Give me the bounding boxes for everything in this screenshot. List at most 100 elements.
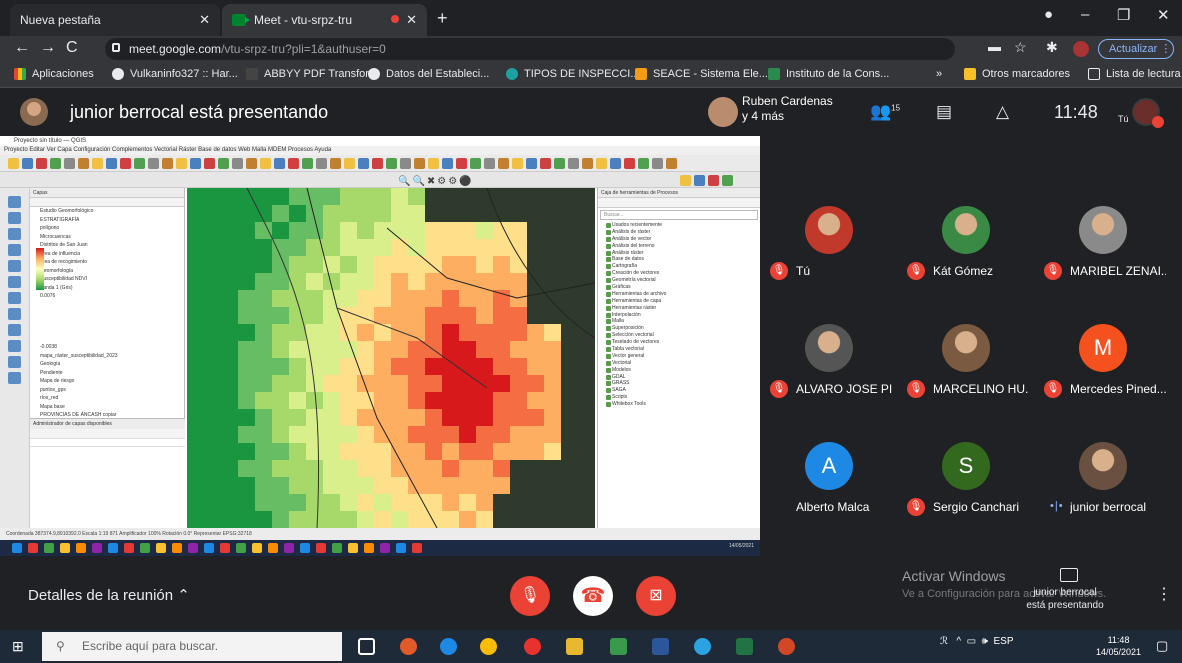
toolbox-item[interactable]: Herramientas ráster [598,305,760,312]
layer-item[interactable]: ríos_red [30,394,184,403]
more-bookmarks-button[interactable]: » [936,68,942,80]
qgis-side-tool-icon[interactable] [8,228,21,240]
qgis-tool-icon[interactable] [442,158,453,169]
layer-item[interactable] [30,309,184,318]
qgis-side-tool-icon[interactable] [8,308,21,320]
qgis-tool-icon[interactable] [414,158,425,169]
toolbox-item[interactable]: Scripts [598,394,760,401]
layer-item[interactable]: Área de influencia [30,250,184,259]
toolbox-item[interactable]: Base de datos [598,256,760,263]
toolbox-item[interactable]: Whitebox Tools [598,401,760,408]
participant-tile[interactable]: •|• junior berrocal [1040,436,1166,536]
toolbox-item[interactable]: Geometría vectorial [598,277,760,284]
participant-tile[interactable]: 🎙 MARIBEL ZENAI... [1040,200,1166,300]
chrome-icon[interactable] [480,638,497,655]
qgis-tool-icon[interactable] [526,158,537,169]
qgis-tool-icon[interactable] [232,158,243,169]
qgis-tool-icon[interactable] [64,158,75,169]
leave-call-button[interactable]: ☎ [573,576,613,616]
qgis-tool-icon[interactable] [316,158,327,169]
qgis-side-tool-icon[interactable] [8,196,21,208]
toolbox-item[interactable]: Herramientas de capa [598,298,760,305]
layer-item[interactable]: puntos_gps [30,386,184,395]
lock-icon[interactable] [112,43,120,52]
toolbox-item[interactable]: Teselado de vectores [598,339,760,346]
update-button[interactable]: Actualizar ⋮ [1098,39,1174,59]
camera-icon[interactable]: ▬ [988,39,1001,54]
qgis-tool-icon[interactable] [498,158,509,169]
map-canvas[interactable] [187,188,595,528]
layer-item[interactable] [30,301,184,310]
toolbox-item[interactable]: Tabla vectorial [598,346,760,353]
layer-item[interactable]: Susceptibilidad NDVI [30,275,184,284]
bookmark-item[interactable]: Datos del Estableci... [368,68,489,80]
app-icon[interactable] [610,638,627,655]
close-window-button[interactable]: ✕ [1157,6,1170,24]
qgis-tool-icon[interactable] [694,175,705,186]
file-explorer-icon[interactable] [566,638,583,655]
star-icon[interactable]: ☆ [1014,39,1027,56]
participant-tile[interactable]: S 🎙 Sergio Canchari [903,436,1029,536]
toolbox-item[interactable]: Selección vectorial [598,332,760,339]
chat-icon[interactable]: ▤ [936,102,952,122]
new-tab-button[interactable]: + [437,8,448,29]
qgis-tool-icon[interactable] [470,158,481,169]
toolbox-item[interactable]: Superposición [598,325,760,332]
layer-item[interactable]: -0.0038 [30,343,184,352]
qgis-tool-icon[interactable] [358,158,369,169]
toolbox-item[interactable]: GRASS [598,380,760,387]
qgis-tool-icon[interactable] [638,158,649,169]
qgis-tool-icon[interactable] [176,158,187,169]
participant-tile[interactable]: M 🎙 Mercedes Pined... [1040,318,1166,418]
toolbox-item[interactable]: Creación de vectores [598,270,760,277]
back-arrow-icon[interactable]: ← [14,39,40,56]
layer-item[interactable]: Geomorfología [30,267,184,276]
layer-item[interactable]: Banda 1 (Gris) [30,284,184,293]
qgis-tool-icon[interactable] [78,158,89,169]
participant-tile[interactable]: A Alberto Malca [766,436,892,536]
layer-item[interactable]: Geología [30,360,184,369]
people-icon[interactable]: 👥15 [870,102,900,122]
system-tray[interactable]: ℛ ^ ▭ 🕪 ESP [940,636,1014,647]
participant-tile[interactable]: 🎙 Tú [766,200,892,300]
layer-item[interactable] [30,335,184,344]
url-field[interactable]: meet.google.com/vtu-srpz-tru?pli=1&authu… [105,38,955,60]
layer-item[interactable]: polígono [30,224,184,233]
task-view-icon[interactable] [358,638,375,655]
qgis-side-tool-icon[interactable] [8,276,21,288]
qgis-side-tool-icon[interactable] [8,356,21,368]
qgis-tool-icon[interactable] [708,175,719,186]
activities-icon[interactable]: △ [996,102,1009,122]
qgis-tool-icon[interactable] [36,158,47,169]
camera-off-button[interactable]: ⊠ [636,576,676,616]
qgis-tool-icon[interactable] [372,158,383,169]
windows-start-icon[interactable]: ⊞ [12,638,24,655]
other-bookmarks-folder[interactable]: Otros marcadores [964,68,1070,80]
tab-meet[interactable]: Meet - vtu-srpz-tru ✕ [222,4,427,36]
participant-tile[interactable]: 🎙 Kát Gómez [903,200,1029,300]
qgis-tool-icon[interactable] [428,158,439,169]
qgis-tool-icon[interactable] [92,158,103,169]
edge-icon[interactable] [440,638,457,655]
qgis-tool-icon[interactable] [582,158,593,169]
qgis-tool-icon[interactable] [540,158,551,169]
qgis-tool-icon[interactable] [106,158,117,169]
profile-dot-icon[interactable]: ● [1044,6,1053,23]
toolbox-item[interactable]: Usados recientemente [598,222,760,229]
toolbox-item[interactable]: Análisis de vector [598,236,760,243]
bookmark-item[interactable]: Instituto de la Cons... [768,68,889,80]
layer-item[interactable]: Estudio Geomorfológico [30,207,184,216]
qgis-tool-icon[interactable] [596,158,607,169]
bookmark-item[interactable]: Vulkaninfo327 :: Har... [112,68,238,80]
present-now-icon[interactable] [1060,568,1078,582]
toolbox-item[interactable]: Análisis de ráster [598,229,760,236]
layer-item[interactable] [30,326,184,335]
layer-item[interactable]: Pendiente [30,369,184,378]
toolbox-item[interactable]: Análisis del terreno [598,243,760,250]
toolbox-item[interactable]: Vectorial [598,360,760,367]
toolbox-item[interactable]: SAGA [598,387,760,394]
qgis-tool-icon[interactable] [400,158,411,169]
toolbox-item[interactable]: Cartografía [598,263,760,270]
restore-window-button[interactable]: ❐ [1117,6,1130,24]
qgis-side-tool-icon[interactable] [8,324,21,336]
